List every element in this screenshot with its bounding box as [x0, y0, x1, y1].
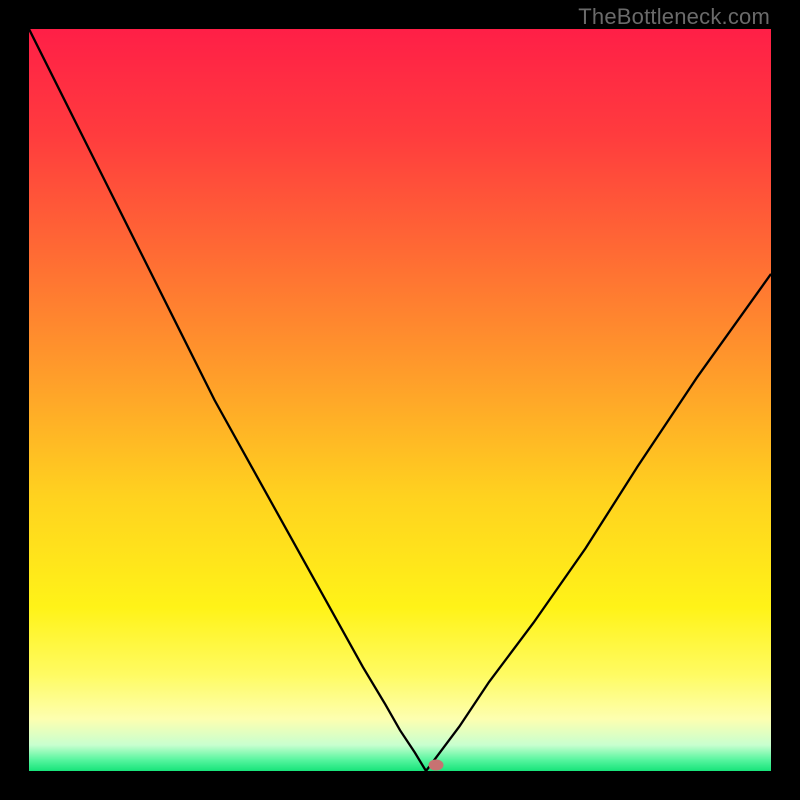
optimum-marker-dot: [428, 760, 443, 771]
chart-frame: TheBottleneck.com: [0, 0, 800, 800]
plot-area: [29, 29, 771, 771]
bottleneck-curve: [29, 29, 771, 771]
watermark-text: TheBottleneck.com: [578, 4, 770, 30]
